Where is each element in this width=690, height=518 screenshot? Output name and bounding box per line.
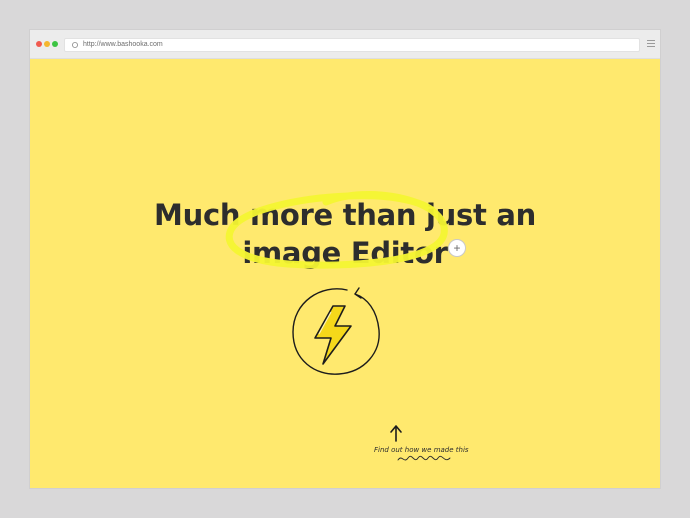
hero-headline: Much more than just an image Editor bbox=[30, 196, 660, 272]
browser-toolbar: http://www.bashooka.com bbox=[30, 30, 660, 59]
maximize-window-button[interactable] bbox=[52, 41, 58, 47]
headline-line-1: Much more than just an bbox=[154, 198, 536, 232]
address-text[interactable]: http://www.bashooka.com bbox=[83, 39, 163, 51]
underline-scribble bbox=[397, 455, 451, 461]
lightning-bolt-icon bbox=[292, 287, 380, 375]
address-bar[interactable]: http://www.bashooka.com bbox=[64, 38, 640, 52]
headline-line-2: image Editor bbox=[242, 236, 448, 270]
reload-icon[interactable] bbox=[71, 41, 79, 49]
minimize-window-button[interactable] bbox=[44, 41, 50, 47]
add-button[interactable]: + bbox=[448, 239, 466, 257]
browser-window: http://www.bashooka.com Much more than j… bbox=[30, 30, 660, 488]
arrow-up-icon bbox=[390, 425, 402, 442]
menu-icon[interactable] bbox=[647, 40, 655, 48]
close-window-button[interactable] bbox=[36, 41, 42, 47]
page-content: Much more than just an image Editor + Fi… bbox=[30, 58, 660, 488]
